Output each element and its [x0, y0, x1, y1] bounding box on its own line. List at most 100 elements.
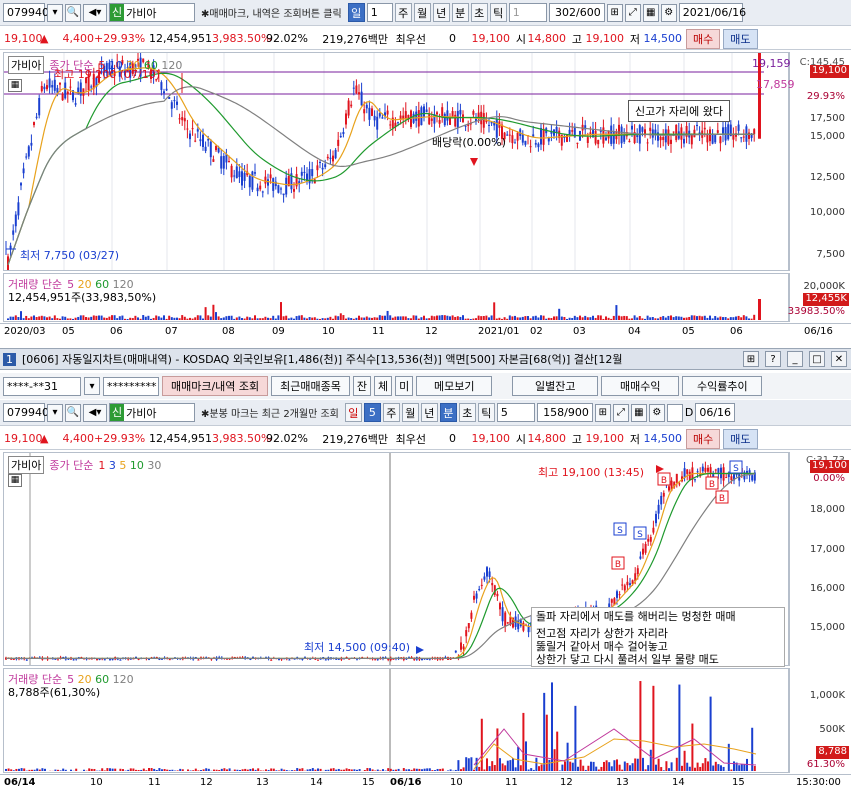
speaker-icon[interactable]: ◀▾	[83, 3, 107, 22]
period-day[interactable]: 일	[347, 3, 365, 22]
buy-button[interactable]: 매수	[686, 28, 721, 49]
grid-icon[interactable]: ▦	[642, 3, 659, 22]
volume-bar	[592, 761, 595, 771]
stock-code-input-2[interactable]: 079940	[3, 403, 49, 422]
candle-body	[683, 138, 685, 144]
checkbox[interactable]	[666, 403, 683, 422]
chart-tools-icon[interactable]: ⊞	[606, 3, 623, 22]
volume-bar	[248, 317, 251, 320]
dropdown-arrow-icon[interactable]: ▾	[47, 3, 63, 22]
daily-volume-panel[interactable]: 거래량 단순 5 20 60 120 12,454,951주(33,983,50…	[3, 273, 789, 322]
candle-body	[660, 495, 663, 505]
volume-bar	[709, 696, 712, 771]
volume-bar	[18, 768, 20, 771]
volume-bar	[246, 769, 249, 771]
volume-bar	[443, 315, 446, 320]
candle-body	[646, 142, 649, 144]
account-input[interactable]: ****-**31	[3, 376, 81, 396]
indicator-icon[interactable]: ⤢	[612, 403, 629, 422]
period-week[interactable]: 주	[394, 3, 412, 22]
help-icon[interactable]: ?	[765, 351, 781, 367]
trade-mark-query-button[interactable]: 매매마크/내역 조회	[162, 376, 269, 396]
minimize-icon[interactable]: _	[787, 351, 803, 367]
period-month[interactable]: 월	[413, 3, 431, 22]
password-input[interactable]: *********	[103, 376, 159, 396]
daily-price-panel[interactable]: 가비아 종가 단순 5 10 20 60 120 ▦ 최고 19,200 (07…	[3, 52, 789, 271]
indicator-icon[interactable]: ⤢	[624, 3, 641, 22]
minute-unit[interactable]: 5	[496, 403, 535, 422]
return-trend-button[interactable]: 수익률추이	[682, 376, 763, 396]
date-input[interactable]: 2021/06/16	[678, 3, 746, 22]
minute-price-panel[interactable]: SSBBBSB 가비아 종가 단순 1 3 5 10 30 ▦ 최고 19,10…	[3, 452, 789, 667]
buy-button-2[interactable]: 매수	[686, 428, 721, 449]
close-icon[interactable]: ✕	[831, 351, 847, 367]
balance-button[interactable]: 잔	[352, 376, 372, 396]
candle-body	[698, 132, 701, 134]
volume-bar	[228, 768, 231, 771]
hint-text-2: ✱분봉 마크는 최근 2개월만 조회	[201, 409, 339, 420]
period-week-2[interactable]: 주	[382, 403, 400, 422]
link-icon[interactable]: ⊞	[743, 351, 759, 367]
period-day-2[interactable]: 일	[344, 403, 362, 422]
unfilled-button[interactable]: 미	[395, 376, 414, 396]
period-minute-2[interactable]: 분	[439, 403, 457, 422]
table-icon[interactable]: ▦	[8, 79, 22, 92]
period-second-2[interactable]: 초	[458, 403, 476, 422]
period-year[interactable]: 년	[432, 3, 450, 22]
volume-bar	[675, 757, 678, 771]
stock-name-field[interactable]: 신 가비아	[109, 3, 195, 22]
date-input-2[interactable]: 06/16	[695, 403, 736, 422]
profit-button[interactable]: 매매수익	[601, 376, 680, 396]
candle-body	[464, 125, 467, 127]
volume-bar	[7, 768, 10, 771]
maximize-icon[interactable]: □	[809, 351, 825, 367]
volume-bar	[753, 314, 756, 320]
candle-body	[686, 469, 689, 474]
volume-bar	[334, 315, 337, 320]
filled-button[interactable]: 체	[374, 376, 393, 396]
table-icon[interactable]: ▦	[8, 474, 22, 487]
volume-bar	[576, 317, 579, 320]
recent-items-button[interactable]: 최근매매종목	[271, 376, 350, 396]
candle-body	[25, 156, 28, 158]
search-icon[interactable]: 🔍	[65, 3, 81, 22]
day-count[interactable]: 5	[363, 403, 381, 422]
volume-bar	[740, 317, 743, 320]
volume-bar	[44, 768, 46, 771]
gear-icon[interactable]: ⚙	[660, 3, 677, 22]
chart-tools-icon[interactable]: ⊞	[594, 403, 611, 422]
candle-body	[381, 117, 384, 119]
grid-icon[interactable]: ▦	[630, 403, 647, 422]
stock-name-field-2[interactable]: 신 가비아	[109, 403, 195, 422]
volume-bar	[664, 317, 667, 320]
count-field-2[interactable]: 158/900	[536, 403, 593, 422]
minute-volume-panel[interactable]: 거래량 단순 5 20 60 120 8,788주(61,30%)	[3, 668, 789, 773]
period-minute[interactable]: 분	[451, 3, 469, 22]
tick-unit[interactable]: 1	[508, 3, 547, 22]
candle-body	[228, 161, 230, 163]
period-tick-2[interactable]: 틱	[477, 403, 495, 422]
period-month-2[interactable]: 월	[401, 403, 419, 422]
sell-button-2[interactable]: 매도	[723, 428, 758, 449]
account-dropdown-icon[interactable]: ▾	[84, 377, 100, 395]
candle-body	[504, 612, 507, 627]
volume-bar	[215, 769, 218, 771]
sell-button[interactable]: 매도	[723, 28, 758, 49]
daily-balance-button[interactable]: 일별잔고	[512, 376, 599, 396]
memo-button[interactable]: 메모보기	[416, 376, 493, 396]
period-year-2[interactable]: 년	[420, 403, 438, 422]
count-field[interactable]: 302/600	[548, 3, 605, 22]
candle-body	[462, 114, 464, 123]
period-second[interactable]: 초	[470, 3, 488, 22]
volume-bar	[495, 318, 498, 320]
volume-bar	[636, 758, 639, 771]
search-icon[interactable]: 🔍	[65, 403, 81, 422]
volume-bar	[27, 318, 30, 320]
speaker-icon[interactable]: ◀▾	[83, 403, 107, 422]
period-unit[interactable]: 1	[366, 3, 393, 22]
stock-code-input[interactable]: 079940	[3, 3, 49, 22]
gear-icon[interactable]: ⚙	[648, 403, 665, 422]
volume-bar	[129, 768, 132, 771]
dropdown-arrow-icon[interactable]: ▾	[47, 403, 63, 422]
period-tick[interactable]: 틱	[489, 3, 507, 22]
